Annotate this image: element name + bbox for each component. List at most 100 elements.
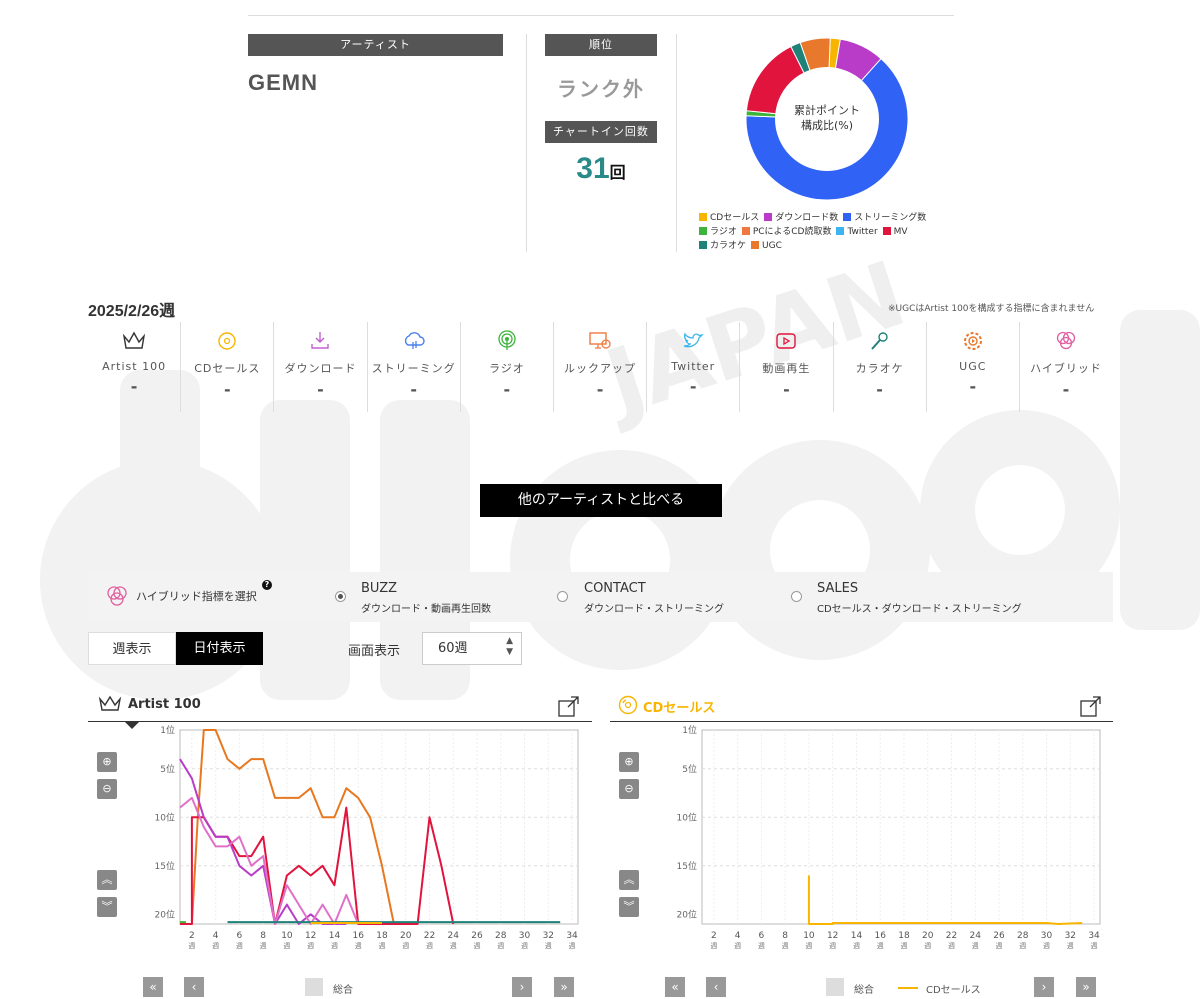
point-composition-donut: 累計ポイント 構成比(%)	[745, 37, 909, 201]
x-tick-label: 18	[898, 931, 910, 941]
weekly-view-tab[interactable]: 週表示	[88, 632, 176, 665]
legend-swatch	[699, 213, 707, 221]
x-tick-unit: 週	[853, 941, 860, 950]
artist100-panel-title: Artist 100	[128, 697, 201, 712]
hybrid-option-contact-radio[interactable]	[557, 591, 568, 602]
zoom-out-button[interactable]: ⊖	[619, 779, 639, 799]
x-tick-label: 26	[993, 931, 1005, 941]
x-tick-unit: 週	[948, 941, 955, 950]
y-tick-label: 1位	[682, 724, 697, 736]
legend-swatch	[751, 241, 760, 249]
next-page-button[interactable]: ›	[1034, 977, 1054, 997]
x-tick-label: 2	[189, 931, 195, 941]
legend-item: ストリーミング数	[843, 213, 926, 223]
hybrid-option-buzz-sub: ダウンロード・動画再生回数	[361, 604, 491, 615]
metric-value: -	[783, 380, 790, 399]
help-icon[interactable]: ?	[262, 580, 272, 590]
metric-icon-wrap	[1020, 326, 1112, 352]
metric-label: 動画再生	[762, 362, 811, 375]
y-tick-label: 15位	[677, 860, 697, 872]
x-tick-label: 22	[946, 931, 957, 941]
scroll-down-button[interactable]: ︾	[619, 897, 639, 917]
first-page-button[interactable]: «	[665, 977, 685, 997]
metric-icon-wrap	[88, 326, 180, 352]
hybrid-option-sales-radio[interactable]	[791, 591, 802, 602]
expand-icon[interactable]	[558, 696, 579, 717]
y-tick-label: 20位	[677, 908, 697, 920]
x-tick-label: 8	[782, 931, 788, 941]
donut-legend: CDセールス ダウンロード数 ストリーミング数 ラジオ PCによるCD読取数 Twitte…	[699, 211, 939, 253]
x-tick-unit: 週	[1043, 941, 1050, 950]
cd-panel-title: CDセールス	[643, 701, 716, 716]
metric-label: Artist 100	[102, 360, 167, 373]
metric-label: ハイブリッド	[1030, 362, 1102, 375]
chart-in-number: 31	[576, 152, 610, 185]
metric-hybrid: ハイブリッド -	[1018, 322, 1112, 412]
metric-radio: ラジオ -	[459, 322, 553, 412]
hybrid-option-contact-title[interactable]: CONTACT	[584, 581, 646, 596]
cd-icon	[618, 695, 638, 715]
legend-item: MV	[882, 227, 908, 237]
y-tick-label: 1位	[160, 724, 175, 736]
download-icon	[311, 332, 330, 349]
hybrid-label: ハイブリッド指標を選択	[136, 590, 257, 603]
x-tick-unit: 週	[450, 941, 457, 950]
next-page-button[interactable]: ›	[512, 977, 532, 997]
x-tick-unit: 週	[521, 941, 528, 950]
legend-label: UGC	[762, 241, 782, 251]
legend-label: ダウンロード数	[775, 213, 839, 223]
x-tick-label: 30	[1041, 931, 1053, 941]
x-tick-unit: 週	[283, 941, 290, 950]
week-title: 2025/2/26週	[88, 303, 176, 320]
display-period-select[interactable]: 60週 ▲ ▼	[422, 632, 522, 665]
scroll-down-button[interactable]: ︾	[97, 897, 117, 917]
hybrid-option-sales-title[interactable]: SALES	[817, 581, 858, 596]
last-page-button[interactable]: »	[1076, 977, 1096, 997]
chart-in-count: 31回	[545, 152, 657, 186]
prev-page-button[interactable]: ‹	[184, 977, 204, 997]
hybrid-option-buzz-radio[interactable]	[335, 591, 346, 602]
metric-karaoke: カラオケ -	[832, 322, 926, 412]
zoom-in-button[interactable]: ⊕	[97, 752, 117, 772]
artist-name: GEMN	[248, 70, 318, 95]
panel-pointer	[124, 721, 140, 729]
x-tick-unit: 週	[497, 941, 504, 950]
streaming-icon	[404, 332, 425, 349]
expand-icon[interactable]	[1080, 696, 1101, 717]
metric-label: ラジオ	[488, 362, 525, 375]
metric-value: -	[1062, 380, 1070, 399]
hybrid-icon	[1056, 331, 1076, 350]
metric-crown: Artist 100 -	[88, 322, 180, 412]
zoom-out-button[interactable]: ⊖	[97, 779, 117, 799]
x-tick-label: 20	[400, 931, 412, 941]
x-tick-unit: 週	[1067, 941, 1074, 950]
legend-item: ラジオ	[699, 227, 737, 237]
legend-swatch	[836, 227, 845, 235]
metric-value: -	[410, 380, 417, 399]
first-page-button[interactable]: «	[143, 977, 163, 997]
last-page-button[interactable]: »	[554, 977, 574, 997]
x-tick-unit: 週	[877, 941, 884, 950]
ugc-note: ※UGCはArtist 100を構成する指標に含まれません	[888, 304, 1095, 314]
zoom-in-button[interactable]: ⊕	[619, 752, 639, 772]
x-tick-label: 12	[305, 931, 316, 941]
scroll-up-button[interactable]: ︽	[97, 870, 117, 890]
compare-artists-button[interactable]: 他のアーティストと比べる	[480, 484, 722, 517]
select-arrows-icon: ▲ ▼	[506, 636, 513, 657]
video-icon	[776, 333, 797, 349]
legend-cd-label: CDセールス	[926, 985, 981, 996]
x-tick-label: 22	[424, 931, 435, 941]
metric-label: ストリーミング	[371, 362, 456, 375]
cd-sales-chart: 1位5位10位15位20位2週4週6週8週10週12週14週16週18週20週2…	[677, 724, 1101, 950]
y-tick-label: 5位	[682, 763, 697, 775]
prev-page-button[interactable]: ‹	[706, 977, 726, 997]
metric-twitter: Twitter -	[646, 322, 739, 412]
metric-value: -	[969, 377, 977, 396]
legend-label: Twitter	[847, 227, 878, 237]
chart-in-unit: 回	[609, 163, 626, 182]
daily-view-tab[interactable]: 日付表示	[176, 632, 263, 665]
scroll-up-button[interactable]: ︽	[619, 870, 639, 890]
y-tick-label: 5位	[160, 763, 175, 775]
legend-total-swatch	[305, 978, 323, 996]
hybrid-option-buzz-title[interactable]: BUZZ	[361, 581, 397, 596]
